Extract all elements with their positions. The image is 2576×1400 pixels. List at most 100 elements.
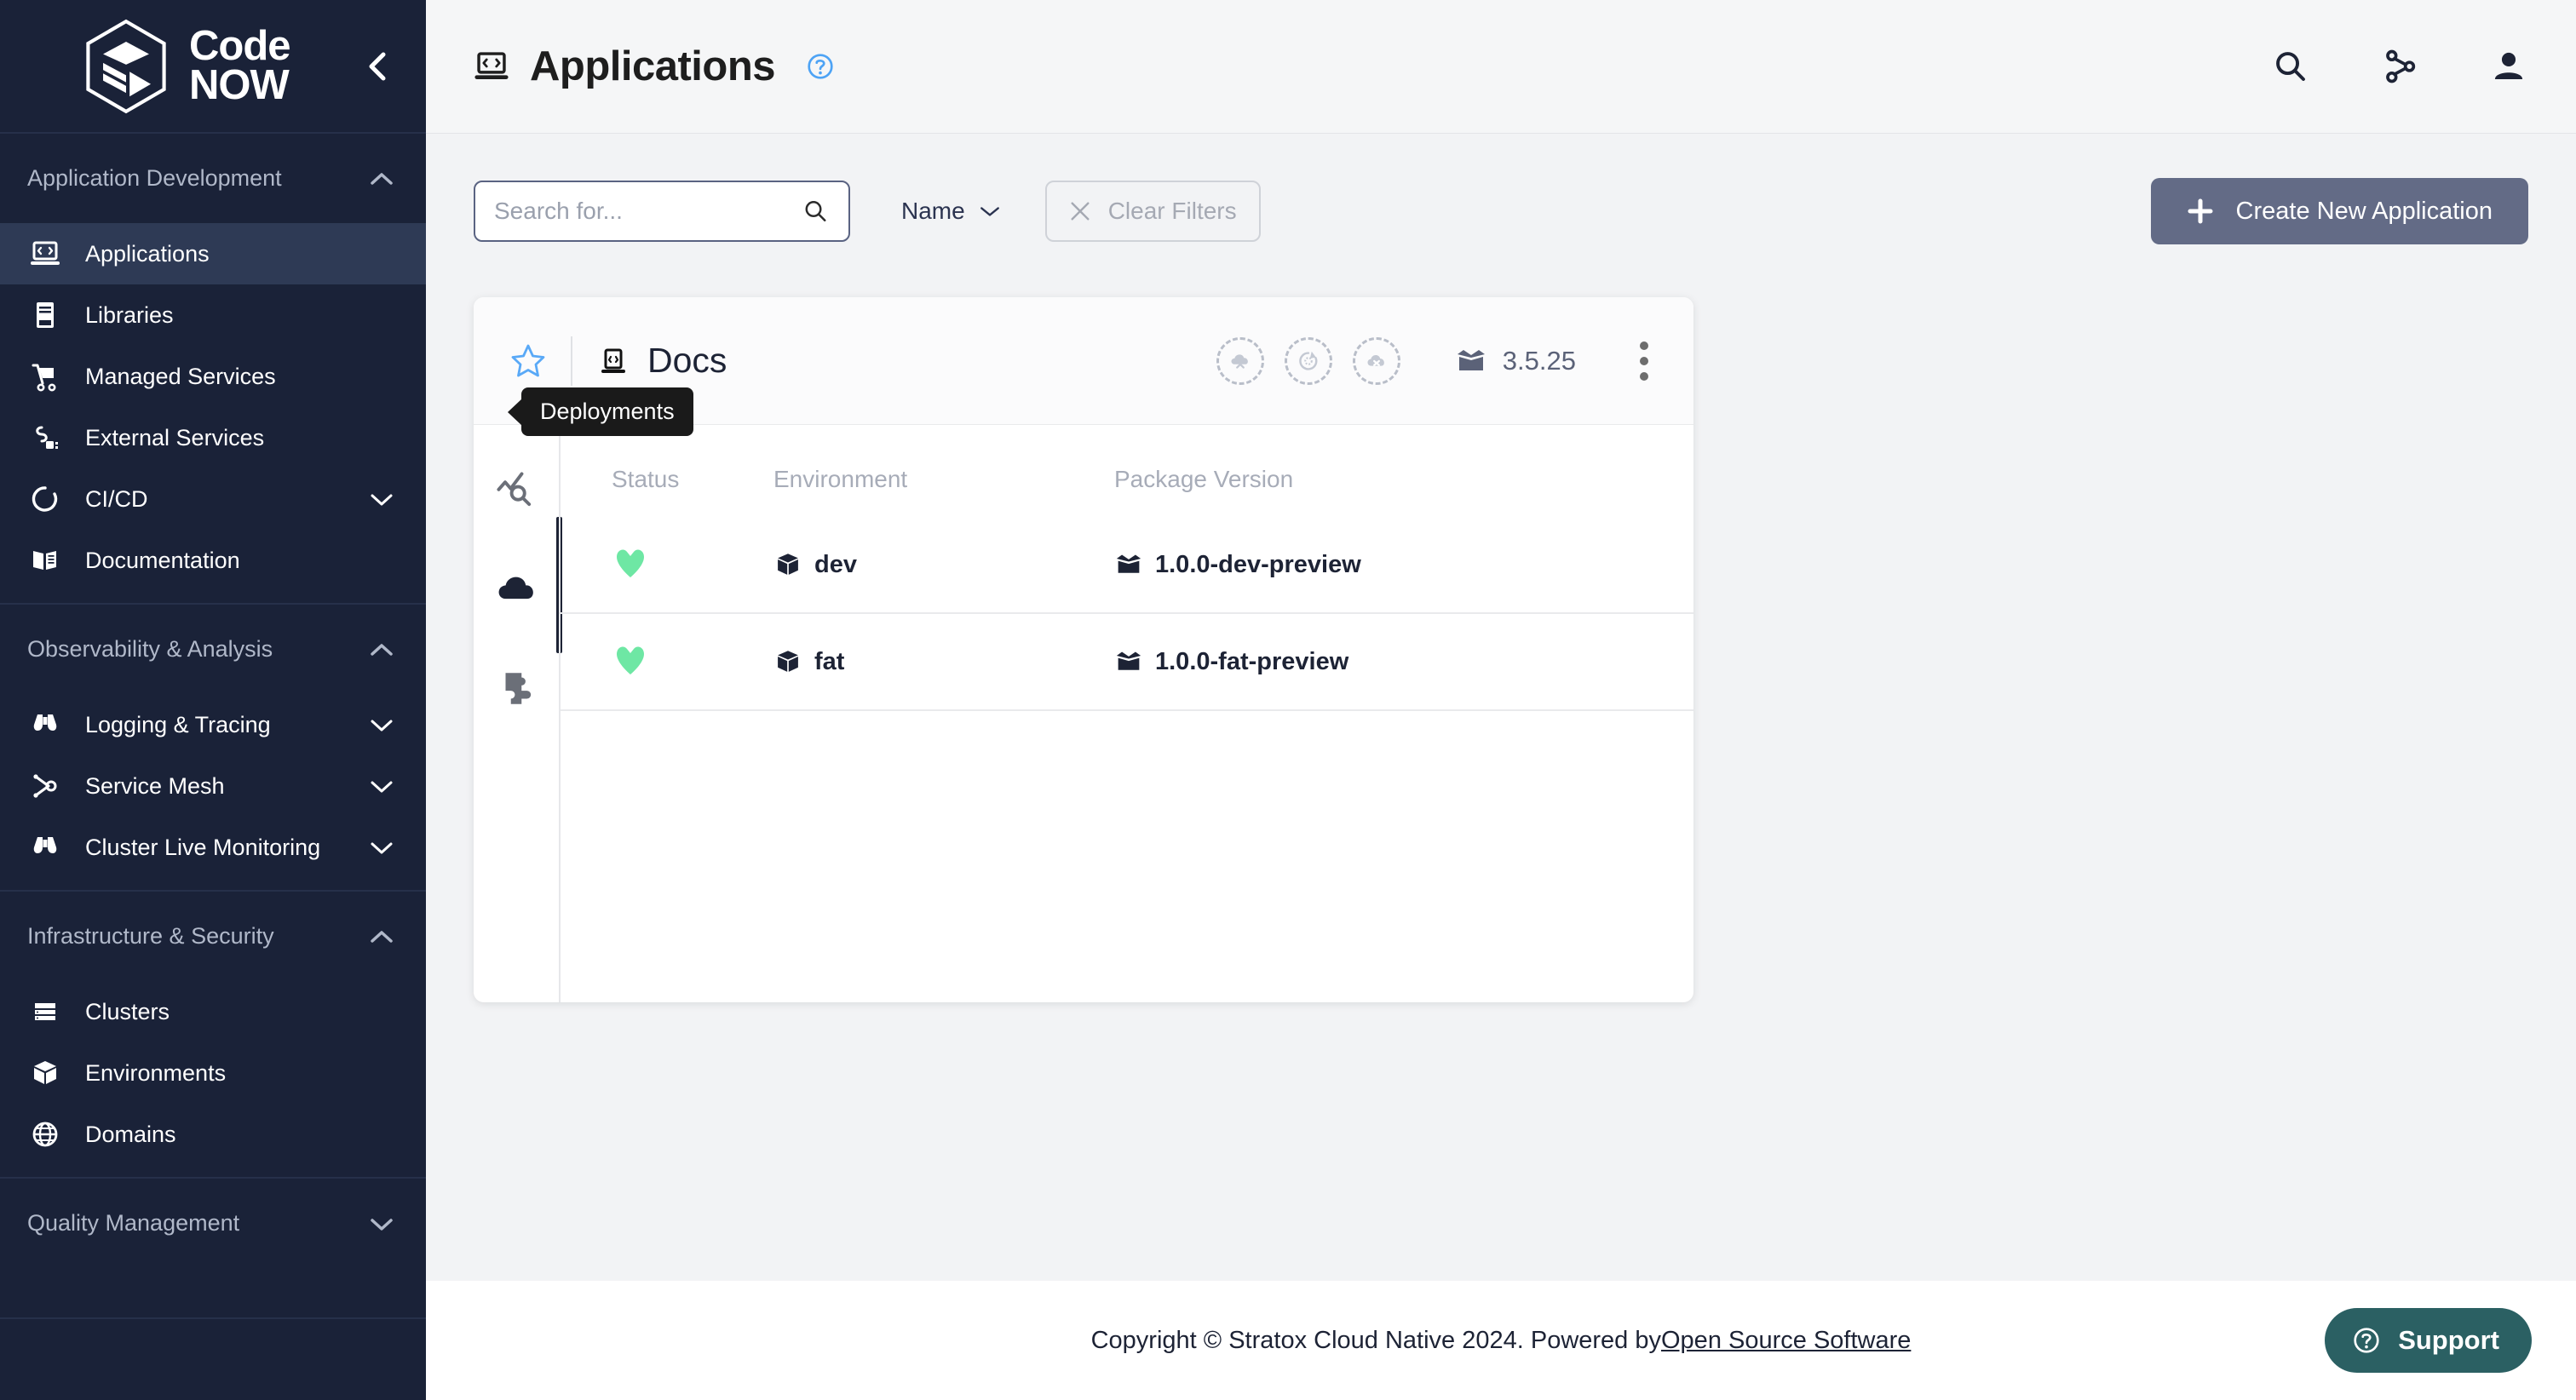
laptop-code-icon [474,52,509,79]
brand-line-1: Code [189,23,290,70]
sidebar-item-label: Clusters [85,998,170,1024]
main-area: Applications Search for... Name Clear Fi… [426,0,2576,1400]
create-new-application-label: Create New Application [2235,197,2493,225]
sidebar-item-label: Environments [85,1059,227,1086]
sidebar-divider [0,1317,426,1319]
chevron-down-icon [980,207,999,216]
page-title-group: Applications [472,43,837,90]
sidebar-item-applications[interactable]: Applications [0,223,426,284]
sidebar-group-application-development[interactable]: Application Development [0,134,426,223]
sidebar-nav: Application Development Applications Lib… [0,134,426,1400]
package-version-value: 1.0.0-dev-preview [1155,550,1361,578]
environment-name: fat [814,647,845,675]
cell-status [561,517,773,614]
cloud-deploy-icon[interactable] [1216,336,1264,385]
open-book-icon [27,542,63,578]
laptop-code-icon [601,348,625,373]
user-avatar-icon[interactable] [2489,47,2528,86]
star-outline-icon[interactable] [508,341,549,382]
cube-icon [778,651,798,672]
sidebar-item-domains[interactable]: Domains [0,1104,426,1165]
sort-select-label: Name [901,198,965,224]
open-source-software-link[interactable]: Open Source Software [1661,1327,1911,1355]
sidebar-group-label: Application Development [27,165,282,191]
environment-name: dev [814,550,857,578]
cloud-deployments-icon[interactable] [491,565,542,616]
cube-icon [778,554,798,575]
sidebar-item-label: Applications [85,240,210,267]
sidebar-item-label: Documentation [85,547,240,573]
redeploy-icon[interactable] [1284,336,1332,385]
support-button[interactable]: Support [2325,1308,2532,1373]
sidebar-item-label: Managed Services [85,363,276,389]
sidebar-item-ci-cd[interactable]: CI/CD [0,468,426,530]
top-bar: Applications [426,0,2576,134]
sidebar-item-managed-services[interactable]: Managed Services [0,346,426,407]
cloud-undeploy-icon[interactable] [1352,336,1400,385]
sidebar-item-libraries[interactable]: Libraries [0,284,426,346]
search-icon[interactable] [802,197,830,226]
chevron-down-icon [371,781,393,793]
sidebar-item-external-services[interactable]: External Services [0,407,426,468]
search-input[interactable] [494,198,802,225]
chevron-down-icon [371,720,393,732]
sidebar-group-observability-analysis[interactable]: Observability & Analysis [0,605,426,694]
puzzle-addons-icon[interactable] [491,663,542,714]
sidebar-item-label: Libraries [85,301,174,328]
footer-copyright: Copyright © Stratox Cloud Native 2024. P… [1090,1326,1661,1354]
plus-icon [2188,198,2213,224]
deployments-table-area: Status Environment Package Version dev 1… [559,425,1693,1002]
question-circle-icon[interactable] [804,50,837,83]
sidebar-collapse-button[interactable] [359,49,394,83]
sidebar-item-label: Service Mesh [85,772,225,799]
chevron-down-icon [371,494,393,506]
sidebar-item-documentation[interactable]: Documentation [0,530,426,591]
sidebar-item-clusters[interactable]: Clusters [0,981,426,1042]
sidebar-item-label: Logging & Tracing [85,711,271,737]
table-row[interactable]: dev 1.0.0-dev-preview [561,517,1693,614]
kebab-menu-icon[interactable] [1627,338,1661,384]
sidebar-item-cluster-live-monitoring[interactable]: Cluster Live Monitoring [0,817,426,878]
package-open-icon [1457,349,1485,370]
plug-icon [27,420,63,456]
sidebar-group-infrastructure-security[interactable]: Infrastructure & Security [0,892,426,981]
sidebar-group-quality-management[interactable]: Quality Management [0,1179,426,1268]
brand-logo[interactable]: Code NOW [82,19,290,114]
deployments-table-body: dev 1.0.0-dev-preview fat 1.0.0-fat-prev… [561,517,1693,711]
cube-icon [27,1055,63,1091]
support-label: Support [2398,1325,2499,1355]
table-row[interactable]: fat 1.0.0-fat-preview [561,613,1693,711]
filter-bar: Name Clear Filters Create New Applicati [474,134,2528,244]
sidebar-group-label: Infrastructure & Security [27,923,274,949]
sidebar-item-environments[interactable]: Environments [0,1042,426,1104]
sidebar-item-service-mesh[interactable]: Service Mesh [0,755,426,817]
search-box[interactable] [474,181,850,242]
deployments-tooltip: Deployments [521,387,693,436]
sidebar-logo-row: Code NOW [0,0,426,134]
sidebar-item-logging-tracing[interactable]: Logging & Tracing [0,694,426,755]
cell-environment: dev [773,517,1114,614]
create-new-application-button[interactable]: Create New Application [2150,178,2528,244]
card-header-divider [571,336,572,386]
chevron-up-icon [371,930,393,943]
cell-package-version: 1.0.0-fat-preview [1114,613,1693,711]
search-icon[interactable] [2271,47,2310,86]
binoculars-icon [27,829,63,865]
package-version-value: 3.5.25 [1502,345,1576,376]
column-header-package-version: Package Version [1114,466,1294,492]
application-card-body: Status Environment Package Version dev 1… [474,425,1693,1002]
application-name: Docs [647,341,727,380]
chevron-down-icon [371,842,393,854]
brand-line-2: NOW [189,61,290,108]
package-open-icon [1116,554,1141,573]
clear-filters-button[interactable]: Clear Filters [1044,181,1261,242]
application-identity[interactable]: Docs [596,341,727,381]
column-header-environment: Environment [773,466,908,492]
git-branch-icon[interactable] [2380,47,2419,86]
sidebar-group-label: Observability & Analysis [27,636,273,662]
table-header-row: Status Environment Package Version [561,425,1693,517]
sort-select[interactable]: Name [901,198,1001,225]
metrics-analysis-icon[interactable] [491,466,542,517]
heart-healthy-icon [617,646,644,674]
sidebar: Code NOW Application Development Applica… [0,0,426,1400]
